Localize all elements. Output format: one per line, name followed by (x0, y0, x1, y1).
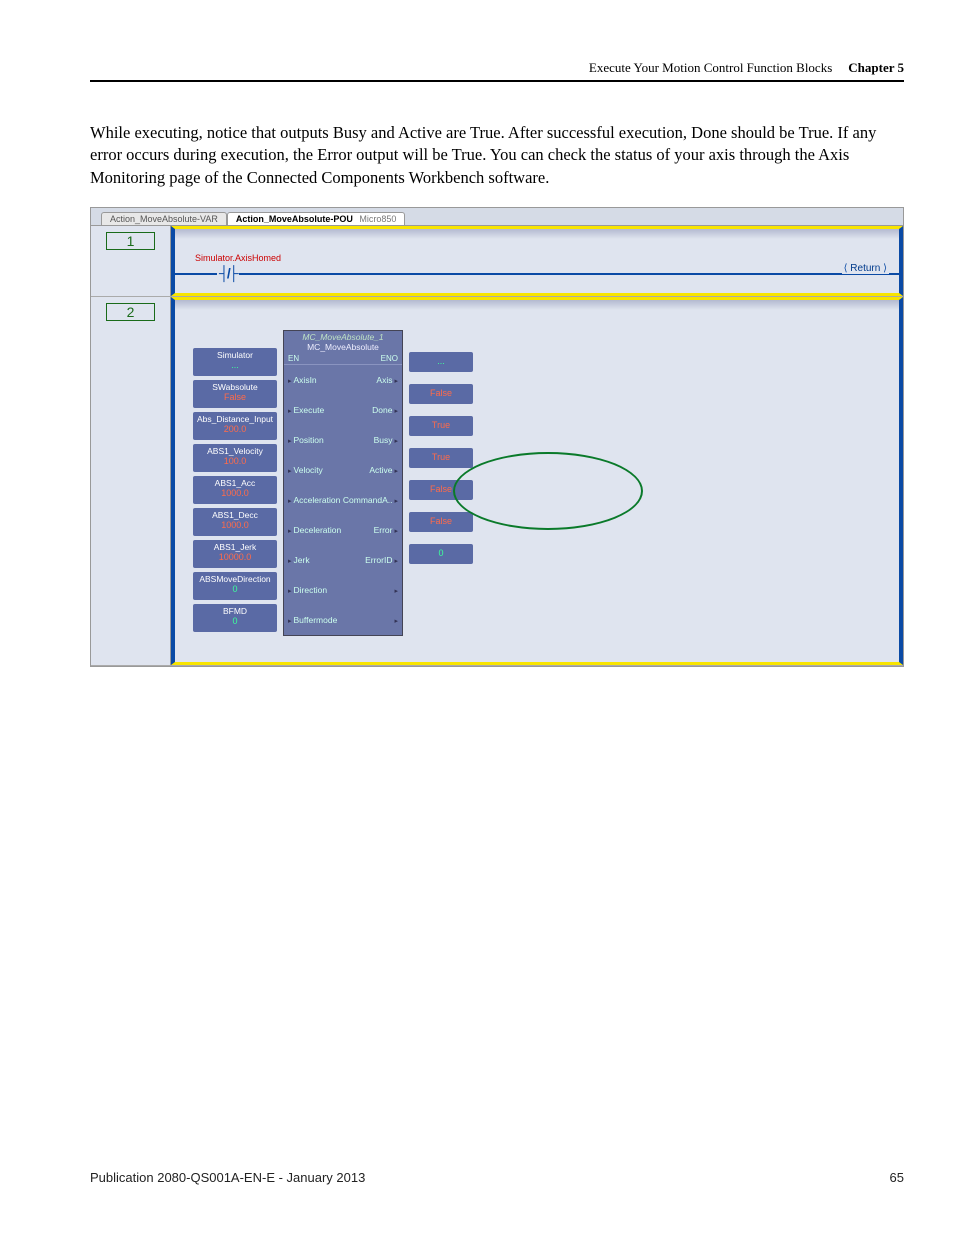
fb-input-var[interactable]: SWabsoluteFalse (193, 380, 277, 408)
fb-output-value[interactable]: 0 (409, 544, 473, 564)
fb-output-value[interactable]: True (409, 448, 473, 468)
rung-2-number: 2 (91, 297, 171, 665)
tab-pou-label: Action_MoveAbsolute-POU (236, 214, 353, 224)
fb-output-value[interactable]: False (409, 480, 473, 500)
tab-pou-device: Micro850 (359, 214, 396, 224)
page-footer: Publication 2080-QS001A-EN-E - January 2… (90, 1170, 904, 1185)
function-block[interactable]: MC_MoveAbsolute_1 MC_MoveAbsolute EN ENO… (283, 330, 403, 636)
fb-outputs-column: ... False True True False False 0 (409, 352, 473, 636)
fb-input-var[interactable]: ABSMoveDirection0 (193, 572, 277, 600)
page-header: Execute Your Motion Control Function Blo… (90, 60, 904, 76)
chapter-label: Chapter 5 (848, 60, 904, 76)
fb-io-row: JerkErrorID (284, 545, 402, 575)
nc-contact-icon[interactable]: ┤/├ (217, 265, 239, 281)
fb-io-row: AccelerationCommandA.. (284, 485, 402, 515)
contact-label: Simulator.AxisHomed (195, 253, 281, 263)
fb-io-row: VelocityActive (284, 455, 402, 485)
fb-en-label: EN (288, 354, 299, 363)
fb-io-row: DecelerationError (284, 515, 402, 545)
fb-inputs-column: Simulator... SWabsoluteFalse Abs_Distance_… (193, 348, 277, 636)
fb-instance-name: MC_MoveAbsolute_1 (284, 331, 402, 342)
fb-io-row: Buffermode (284, 605, 402, 635)
page-number: 65 (890, 1170, 904, 1185)
fb-input-var[interactable]: ABS1_Velocity100.0 (193, 444, 277, 472)
fb-input-var[interactable]: BFMD0 (193, 604, 277, 632)
rung-1: 1 Simulator.AxisHomed ┤/├ Return (91, 226, 903, 297)
fb-input-var[interactable]: ABS1_Jerk10000.0 (193, 540, 277, 568)
rung-1-rail (175, 273, 899, 275)
editor-tabs: Action_MoveAbsolute-VAR Action_MoveAbsol… (91, 208, 903, 226)
publication-id: Publication 2080-QS001A-EN-E - January 2… (90, 1170, 365, 1185)
fb-eno-label: ENO (381, 354, 398, 363)
fb-io-row: ExecuteDone (284, 395, 402, 425)
body-paragraph: While executing, notice that outputs Bus… (90, 122, 904, 189)
fb-en-eno-row: EN ENO (284, 353, 402, 365)
fb-output-value[interactable]: ... (409, 352, 473, 372)
header-rule (90, 80, 904, 82)
fb-output-value[interactable]: False (409, 384, 473, 404)
return-coil[interactable]: Return (842, 263, 889, 274)
fb-output-value[interactable]: False (409, 512, 473, 532)
rung-1-number: 1 (91, 226, 171, 296)
section-title: Execute Your Motion Control Function Blo… (589, 60, 832, 76)
fb-input-var[interactable]: Simulator... (193, 348, 277, 376)
fb-input-var[interactable]: ABS1_Decc1000.0 (193, 508, 277, 536)
rung-2: 2 Simulator... SWabsoluteFalse Abs_Distanc… (91, 297, 903, 666)
tab-var[interactable]: Action_MoveAbsolute-VAR (101, 212, 227, 225)
fb-io-row: Direction (284, 575, 402, 605)
fb-input-var[interactable]: ABS1_Acc1000.0 (193, 476, 277, 504)
fb-container: Simulator... SWabsoluteFalse Abs_Distance_… (193, 330, 889, 636)
fb-io-row: AxisInAxis (284, 365, 402, 395)
fb-io-row: PositionBusy (284, 425, 402, 455)
ccw-screenshot: Action_MoveAbsolute-VAR Action_MoveAbsol… (90, 207, 904, 667)
fb-input-var[interactable]: Abs_Distance_Input200.0 (193, 412, 277, 440)
rung-1-body[interactable]: Simulator.AxisHomed ┤/├ Return (171, 226, 903, 296)
fb-type-name: MC_MoveAbsolute (284, 342, 402, 353)
fb-output-value[interactable]: True (409, 416, 473, 436)
tab-pou[interactable]: Action_MoveAbsolute-POU Micro850 (227, 212, 406, 225)
ladder-area: 1 Simulator.AxisHomed ┤/├ Return 2 S (91, 226, 903, 666)
rung-2-body[interactable]: Simulator... SWabsoluteFalse Abs_Distance_… (171, 297, 903, 665)
